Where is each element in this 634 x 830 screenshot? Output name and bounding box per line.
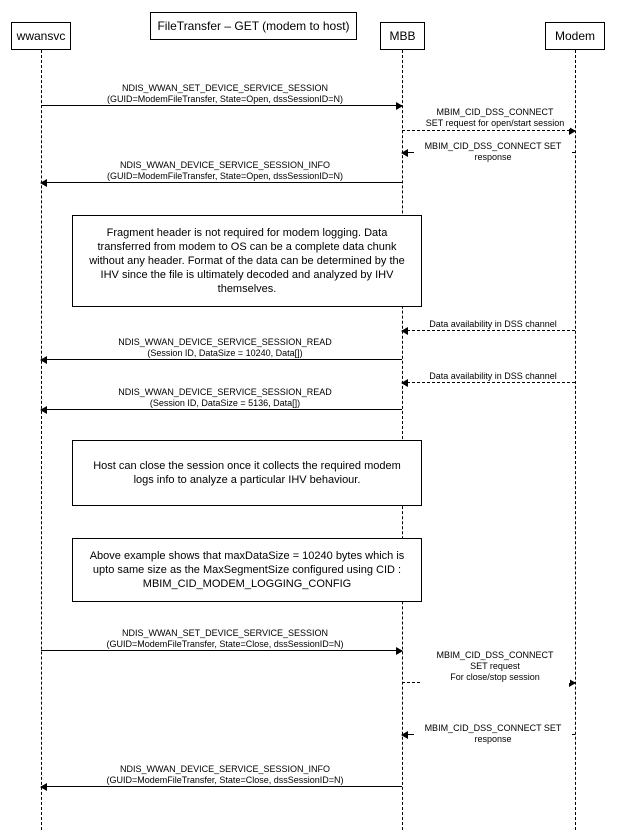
label-m7: Data availability in DSS channel (428, 371, 558, 382)
arrow-m9 (41, 650, 402, 651)
text: MBIM_CID_DSS_CONNECT (436, 107, 553, 117)
label-m4: NDIS_WWAN_DEVICE_SERVICE_SESSION_INFO (G… (80, 160, 370, 182)
text: SET request for open/start session (426, 118, 564, 128)
arrow-m4 (41, 182, 402, 183)
title-box: FileTransfer – GET (modem to host) (150, 12, 357, 40)
text: (Session ID, DataSize = 5136, Data[]) (150, 398, 300, 408)
arrow-m6 (41, 359, 402, 360)
arrow-m5 (402, 330, 575, 331)
note-maxdatasize: Above example shows that maxDataSize = 1… (72, 538, 422, 602)
label-m1: NDIS_WWAN_SET_DEVICE_SERVICE_SESSION (GU… (80, 83, 370, 105)
text: NDIS_WWAN_DEVICE_SERVICE_SESSION_INFO (120, 160, 330, 170)
arrow-m8 (41, 409, 402, 410)
arrow-m1 (41, 105, 402, 106)
label-m9: NDIS_WWAN_SET_DEVICE_SERVICE_SESSION (GU… (80, 628, 370, 650)
label-m12: NDIS_WWAN_DEVICE_SERVICE_SESSION_INFO (G… (80, 764, 370, 786)
text: NDIS_WWAN_DEVICE_SERVICE_SESSION_READ (118, 337, 332, 347)
lifeline-wwansvc (41, 50, 42, 830)
actor-wwansvc: wwansvc (11, 22, 71, 50)
text: (GUID=ModemFileTransfer, State=Open, dss… (107, 171, 343, 181)
text: (GUID=ModemFileTransfer, State=Close, ds… (106, 775, 343, 785)
label-m10: MBIM_CID_DSS_CONNECT SET request For clo… (420, 650, 570, 683)
text: NDIS_WWAN_DEVICE_SERVICE_SESSION_INFO (120, 764, 330, 774)
text: NDIS_WWAN_SET_DEVICE_SERVICE_SESSION (122, 628, 328, 638)
text: NDIS_WWAN_DEVICE_SERVICE_SESSION_READ (118, 387, 332, 397)
label-m6: NDIS_WWAN_DEVICE_SERVICE_SESSION_READ (S… (80, 337, 370, 359)
label-m2: MBIM_CID_DSS_CONNECT SET request for ope… (420, 107, 570, 129)
label-m3: MBIM_CID_DSS_CONNECT SET response (414, 141, 572, 163)
text: (Session ID, DataSize = 10240, Data[]) (147, 348, 302, 358)
label-m11: MBIM_CID_DSS_CONNECT SET response (414, 723, 572, 745)
text: (GUID=ModemFileTransfer, State=Close, ds… (106, 639, 343, 649)
label-m5: Data availability in DSS channel (428, 319, 558, 330)
text: (GUID=ModemFileTransfer, State=Open, dss… (107, 94, 343, 104)
note-fragment-header: Fragment header is not required for mode… (72, 215, 422, 307)
actor-modem: Modem (545, 22, 605, 50)
lifeline-modem (575, 50, 576, 830)
note-close-session: Host can close the session once it colle… (72, 440, 422, 506)
actor-mbb: MBB (380, 22, 425, 50)
text: NDIS_WWAN_SET_DEVICE_SERVICE_SESSION (122, 83, 328, 93)
text: SET request (470, 661, 520, 671)
arrow-m2 (402, 130, 575, 131)
arrow-m12 (41, 786, 402, 787)
text: MBIM_CID_DSS_CONNECT (436, 650, 553, 660)
text: For close/stop session (450, 672, 540, 682)
label-m8: NDIS_WWAN_DEVICE_SERVICE_SESSION_READ (S… (80, 387, 370, 409)
arrow-m7 (402, 382, 575, 383)
